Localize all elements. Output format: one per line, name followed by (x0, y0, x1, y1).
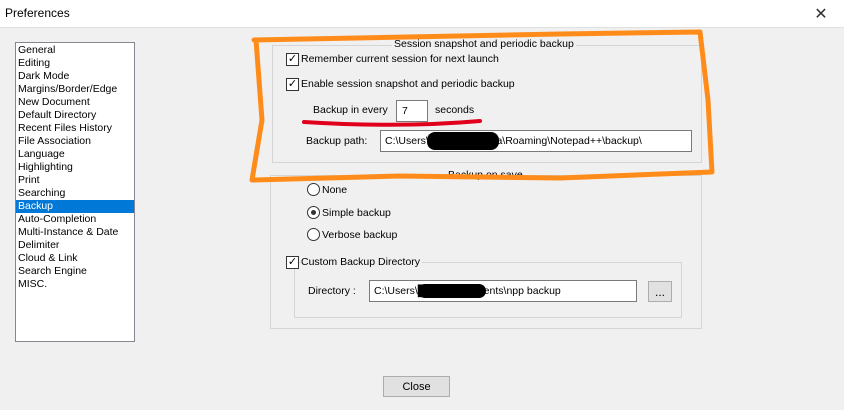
close-icon[interactable]: ✕ (798, 0, 844, 28)
simple-backup-radio[interactable] (307, 206, 320, 219)
redacted-username-2 (418, 284, 486, 298)
category-item[interactable]: General (16, 44, 134, 57)
custom-directory-checkbox[interactable]: ✓ (286, 256, 299, 269)
category-item[interactable]: Recent Files History (16, 122, 134, 135)
session-snapshot-group-label: Session snapshot and periodic backup (392, 38, 576, 50)
category-item[interactable]: Print (16, 174, 134, 187)
category-item[interactable]: Backup (16, 200, 134, 213)
window-title: Preferences (5, 6, 70, 20)
category-item[interactable]: New Document (16, 96, 134, 109)
category-item[interactable]: File Association (16, 135, 134, 148)
backup-interval-input[interactable]: 7 (396, 100, 428, 122)
backup-on-save-group-label: Backup on save (446, 169, 525, 181)
category-item[interactable]: Default Directory (16, 109, 134, 122)
verbose-backup-radio[interactable] (307, 228, 320, 241)
backup-path-label: Backup path: (306, 135, 368, 147)
category-item[interactable]: Language (16, 148, 134, 161)
enable-snapshot-label: Enable session snapshot and periodic bac… (301, 78, 515, 90)
category-item[interactable]: MISC. (16, 278, 134, 291)
category-item[interactable]: Auto-Completion (16, 213, 134, 226)
verbose-backup-label: Verbose backup (322, 229, 398, 241)
category-item[interactable]: Margins/Border/Edge (16, 83, 134, 96)
directory-field[interactable]: C:\Users\████\Documents\npp backup (369, 280, 637, 302)
remember-session-checkbox[interactable]: ✓ (286, 53, 299, 66)
category-item[interactable]: Dark Mode (16, 70, 134, 83)
close-button[interactable]: Close (383, 376, 450, 397)
category-item[interactable]: Multi-Instance & Date (16, 226, 134, 239)
category-item[interactable]: Cloud & Link (16, 252, 134, 265)
category-item[interactable]: Delimiter (16, 239, 134, 252)
custom-directory-label: Custom Backup Directory (301, 256, 423, 268)
remember-session-label: Remember current session for next launch (301, 53, 499, 65)
category-item[interactable]: Editing (16, 57, 134, 70)
backup-none-label: None (322, 184, 348, 196)
enable-snapshot-checkbox[interactable]: ✓ (286, 78, 299, 91)
simple-backup-label: Simple backup (322, 207, 391, 219)
category-item[interactable]: Searching (16, 187, 134, 200)
seconds-label: seconds (435, 104, 475, 116)
backup-none-radio[interactable] (307, 183, 320, 196)
title-bar: Preferences ✕ (0, 0, 844, 28)
redacted-username (427, 132, 499, 150)
category-list[interactable]: General Editing Dark Mode Margins/Border/Ed… (15, 42, 135, 342)
directory-label: Directory : (308, 285, 356, 297)
backup-every-label: Backup in every (313, 104, 388, 116)
category-item[interactable]: Highlighting (16, 161, 134, 174)
browse-button[interactable]: ... (648, 281, 672, 302)
category-item[interactable]: Search Engine (16, 265, 134, 278)
